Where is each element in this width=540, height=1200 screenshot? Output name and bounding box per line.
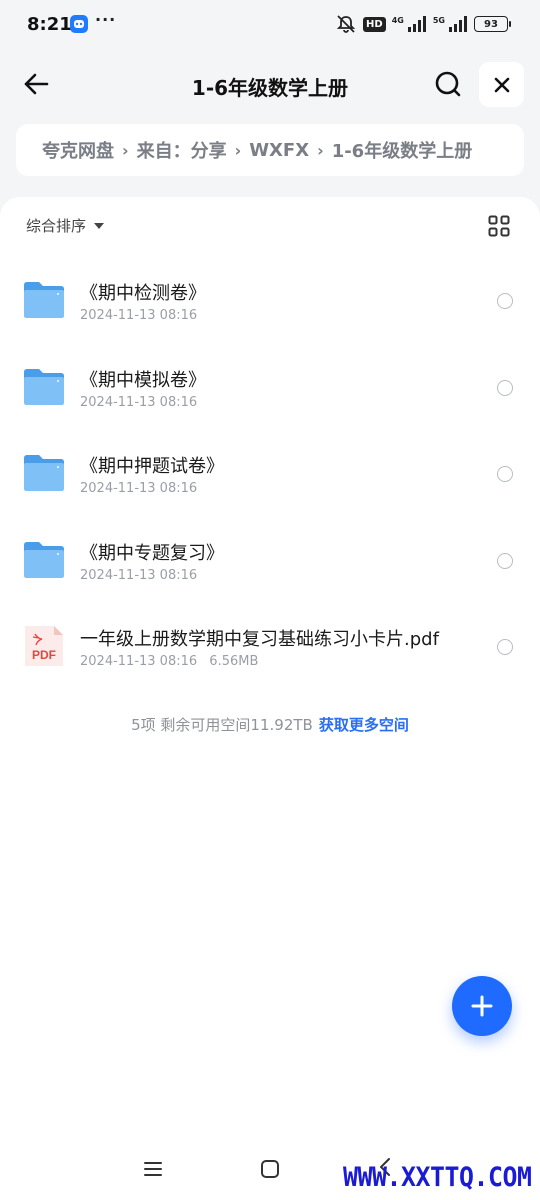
page-title: 1-6年级数学上册 (191, 76, 349, 100)
breadcrumb-item-current[interactable]: 1-6年级数学上册 (332, 137, 473, 163)
status-indicators: HD 4G 5G 93 (335, 13, 511, 35)
sort-dropdown[interactable]: 综合排序 (26, 215, 105, 236)
site-watermark: WWW.XXTTQ.COM (343, 1162, 532, 1193)
file-row[interactable]: PDF 一年级上册数学期中复习基础练习小卡片.pdf 2024-11-13 08… (0, 603, 540, 690)
close-icon (494, 77, 509, 92)
more-notifications-icon: ··· (95, 10, 117, 29)
network-4g-label: 4G (391, 15, 404, 25)
close-button[interactable] (479, 62, 524, 107)
file-row[interactable]: 《期中专题复习》 2024-11-13 08:16 (0, 517, 540, 604)
file-row[interactable]: 《期中检测卷》 2024-11-13 08:16 (0, 257, 540, 344)
breadcrumb-item-root[interactable]: 夸克网盘 (42, 137, 114, 163)
folder-icon (24, 282, 64, 318)
file-name: 《期中模拟卷》 (80, 369, 206, 391)
get-more-space-link[interactable]: 获取更多空间 (319, 716, 409, 734)
select-checkbox[interactable] (497, 466, 513, 483)
storage-summary: 5项 剩余可用空间11.92TB 获取更多空间 (0, 714, 540, 735)
pdf-badge: PDF (32, 648, 56, 662)
app-screen: 8:21 ··· HD 4G 5G 93 1-6年级数学上册 夸克网盘 › 来自… (0, 0, 540, 1200)
network-5g-label: 5G (432, 15, 445, 25)
file-meta: 2024-11-13 08:16 (80, 568, 197, 583)
breadcrumb-separator-icon: › (122, 140, 129, 160)
grid-view-icon[interactable] (488, 215, 510, 237)
file-list: 《期中检测卷》 2024-11-13 08:16 《期中模拟卷》 2024-11… (0, 257, 540, 690)
file-date: 2024-11-13 08:16 (80, 394, 198, 410)
breadcrumb-separator-icon: › (317, 140, 324, 160)
hd-voice-badge: HD (363, 16, 386, 32)
breadcrumb-item-share[interactable]: 来自：分享 (137, 137, 227, 163)
file-row[interactable]: 《期中押题试卷》 2024-11-13 08:16 (0, 430, 540, 517)
mute-vibrate-icon (336, 15, 356, 33)
status-time: 8:21 (27, 14, 72, 35)
caret-down-icon (94, 222, 105, 229)
sort-label: 综合排序 (26, 217, 87, 235)
select-checkbox[interactable] (497, 639, 513, 656)
folder-icon (24, 455, 64, 492)
add-fab-button[interactable] (452, 976, 512, 1036)
file-date: 2024-11-13 08:16 (80, 567, 198, 583)
file-date: 2024-11-13 08:16 (80, 654, 198, 670)
file-size: 6.56MB (209, 654, 259, 670)
signal-strength-icon-2 (449, 16, 467, 32)
search-button[interactable] (428, 64, 468, 104)
folder-icon (24, 368, 64, 405)
search-icon (435, 71, 461, 97)
arrow-left-icon (24, 73, 49, 95)
select-checkbox[interactable] (497, 293, 513, 309)
signal-strength-icon (407, 16, 426, 32)
file-date: 2024-11-13 08:16 (80, 481, 198, 497)
file-name: 《期中专题复习》 (80, 542, 224, 564)
file-meta: 2024-11-13 08:16 (80, 481, 197, 496)
breadcrumb-separator-icon: › (234, 140, 242, 160)
folder-icon (24, 541, 64, 578)
back-button[interactable] (16, 64, 56, 104)
pdf-file-icon: PDF (25, 626, 63, 667)
file-row[interactable]: 《期中模拟卷》 2024-11-13 08:16 (0, 344, 540, 431)
file-name: 一年级上册数学期中复习基础练习小卡片.pdf (80, 629, 439, 651)
file-name: 《期中押题试卷》 (80, 456, 224, 478)
item-count-and-space: 5项 剩余可用空间11.92TB (131, 716, 313, 734)
file-meta: 2024-11-13 08:16 (80, 308, 197, 323)
recent-apps-icon[interactable] (142, 1158, 164, 1180)
app-notification-icon (70, 15, 88, 33)
home-icon[interactable] (259, 1158, 281, 1180)
status-bar: 8:21 ··· HD 4G 5G 93 (0, 0, 540, 48)
battery-icon: 93 (474, 16, 511, 32)
file-name: 《期中检测卷》 (80, 283, 206, 304)
breadcrumb-item-wxfx[interactable]: WXFX (249, 140, 309, 161)
select-checkbox[interactable] (497, 552, 513, 569)
breadcrumb: 夸克网盘 › 来自：分享 › WXFX › 1-6年级数学上册 (16, 124, 524, 176)
file-panel: 综合排序 《期中检测卷》 2024-11-13 08:16 《期中模拟卷》 20… (0, 197, 540, 1200)
plus-icon (471, 995, 493, 1017)
select-checkbox[interactable] (497, 379, 513, 396)
battery-level: 93 (484, 18, 498, 30)
title-bar: 1-6年级数学上册 (0, 56, 540, 116)
file-meta: 2024-11-13 08:16 (80, 395, 197, 410)
file-meta: 2024-11-13 08:16 6.56MB (80, 654, 258, 669)
file-date: 2024-11-13 08:16 (80, 308, 198, 323)
